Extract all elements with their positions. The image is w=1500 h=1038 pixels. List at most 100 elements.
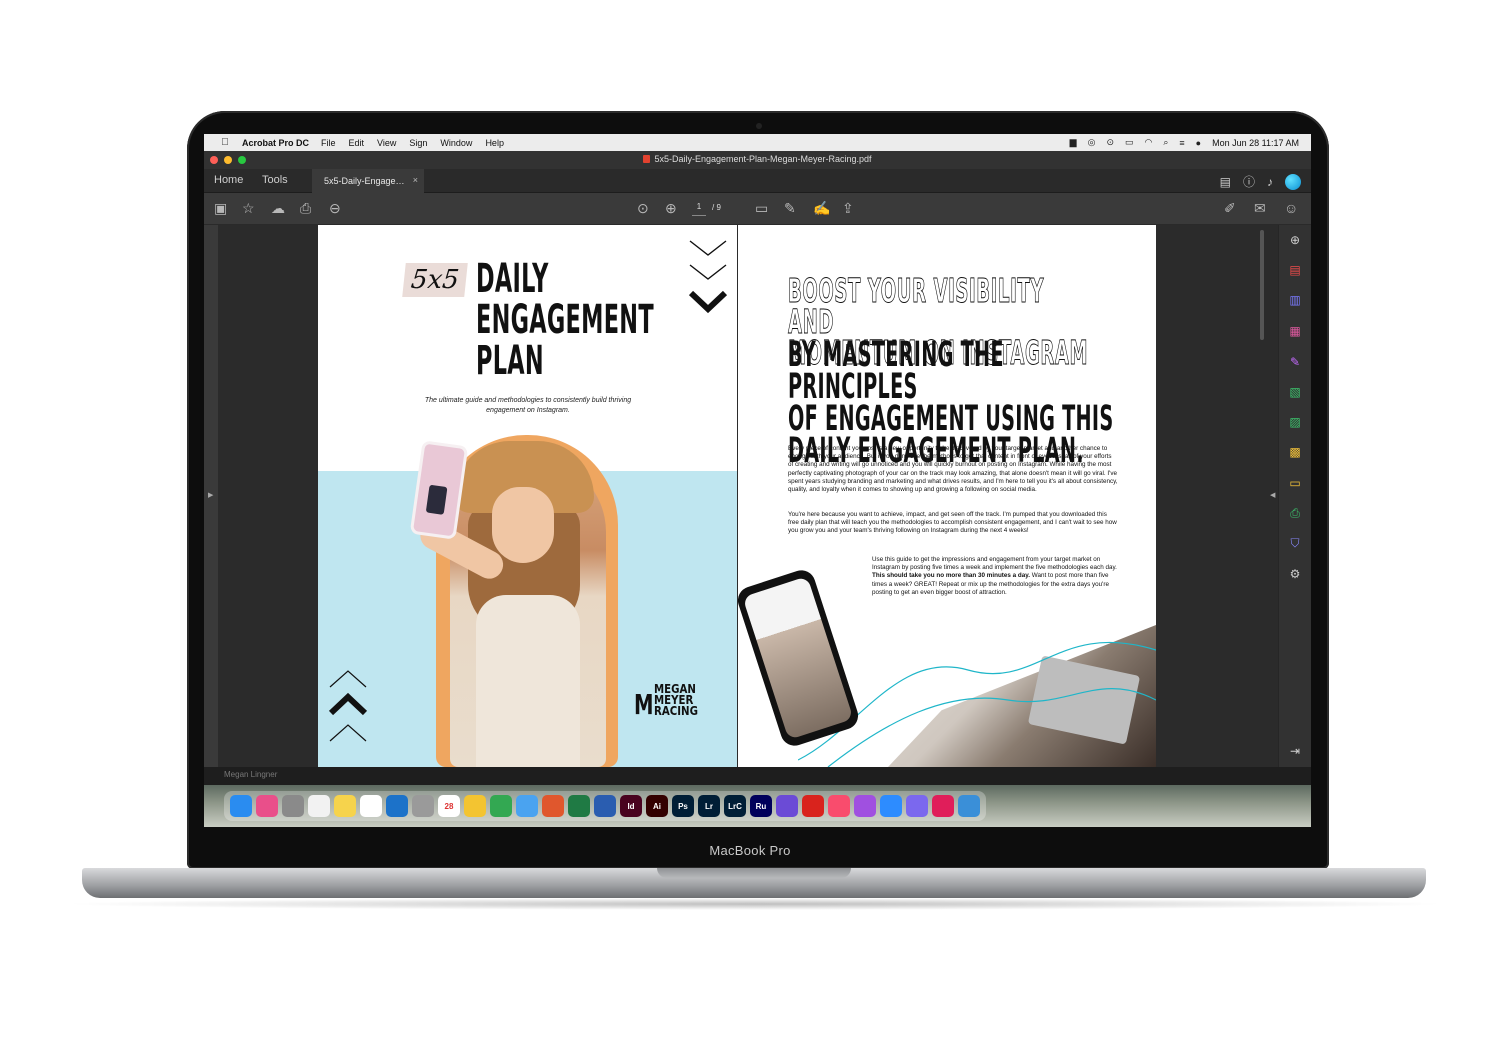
dock-app-icon[interactable] (568, 795, 590, 817)
instagram-phone-screen (742, 576, 854, 740)
expand-left-panel-icon[interactable]: ▶ (208, 491, 213, 499)
collapse-tools-icon[interactable]: ⇥ (1288, 744, 1302, 758)
menubar-clock[interactable]: Mon Jun 28 11:17 AM (1212, 138, 1299, 148)
dock-app-icon[interactable]: 28 (438, 795, 460, 817)
collapse-right-panel-icon[interactable]: ◀ (1270, 491, 1275, 499)
pdf-page-1: 5x5 DAILY ENGAGEMENT PLAN The ultimate g… (318, 225, 737, 767)
dock-app-icon[interactable] (542, 795, 564, 817)
battery-icon[interactable]: ▭ (1125, 137, 1134, 148)
dock-app-icon[interactable] (490, 795, 512, 817)
decorative-wave-lines (798, 641, 1156, 767)
sign-icon[interactable]: ✍ (813, 200, 830, 217)
combine-files-icon[interactable]: ▥ (1288, 293, 1302, 307)
dock-app-icon[interactable] (880, 795, 902, 817)
zoom-out-icon[interactable]: ⊖ (329, 200, 341, 217)
bookmark-star-icon[interactable]: ☆ (242, 200, 255, 217)
window-title-text: 5x5-Daily-Engagement-Plan-Megan-Meyer-Ra… (654, 154, 872, 164)
camera-dot (756, 123, 762, 129)
dock-app-icon[interactable] (958, 795, 980, 817)
document-scrollbar[interactable] (1260, 230, 1264, 340)
search-icon[interactable]: ⌕ (1163, 137, 1168, 148)
dock-app-icon[interactable] (230, 795, 252, 817)
wifi-icon[interactable]: ◠ (1145, 137, 1153, 148)
menu-app-name[interactable]: Acrobat Pro DC (242, 138, 309, 148)
dock-app-icon[interactable]: Ps (672, 795, 694, 817)
dock-app-icon[interactable] (594, 795, 616, 817)
tab-close-icon[interactable]: × (413, 175, 418, 185)
dock-app-icon[interactable] (802, 795, 824, 817)
menu-file[interactable]: File (321, 138, 336, 148)
tab-home[interactable]: Home (214, 174, 243, 186)
dock-app-icon[interactable]: Lr (698, 795, 720, 817)
next-page-icon[interactable]: ⊕ (665, 200, 677, 217)
organize-pages-icon[interactable]: ▦ (1288, 324, 1302, 338)
dock-app-icon[interactable] (932, 795, 954, 817)
menu-edit[interactable]: Edit (349, 138, 365, 148)
menubar-status: ▆ ◎ ⊙ ▭ ◠ ⌕ ≡ ● Mon Jun 28 11:17 AM (1070, 137, 1311, 148)
export-pdf-icon[interactable]: ▧ (1288, 385, 1302, 399)
cover-photo-face (492, 487, 554, 563)
screen:  Acrobat Pro DC File Edit View Sign Win… (204, 134, 1311, 827)
dock-app-icon[interactable] (464, 795, 486, 817)
comment-icon[interactable]: ▭ (755, 200, 768, 217)
model-label: MacBook Pro (709, 843, 791, 858)
dock-app-icon[interactable] (516, 795, 538, 817)
tab-tools[interactable]: Tools (262, 174, 288, 186)
intro-paragraph: Every piece of content you post is a new… (788, 445, 1118, 494)
add-person-icon[interactable]: ☺ (1284, 200, 1298, 216)
protect-shield-icon[interactable]: ⛉ (1288, 536, 1302, 550)
zoom-in-icon[interactable]: ⊕ (1288, 233, 1302, 247)
fill-sign-icon[interactable]: ✐ (1224, 200, 1236, 217)
share-icon[interactable]: ⇪ (842, 200, 854, 217)
upload-cloud-icon[interactable]: ☁ (271, 200, 285, 217)
more-tools-icon[interactable]: ⚙ (1288, 567, 1302, 581)
scan-ocr-icon[interactable]: ▨ (1288, 415, 1302, 429)
dock-app-icon[interactable] (334, 795, 356, 817)
create-pdf-icon[interactable]: ▤ (1288, 263, 1302, 277)
notifications-bell-icon[interactable]: ♪ (1267, 175, 1273, 189)
dock-app-icon[interactable] (386, 795, 408, 817)
dock-app-icon[interactable]: LrC (724, 795, 746, 817)
edit-pdf-icon[interactable]: ✎ (1288, 355, 1302, 369)
dock-app-icon[interactable] (828, 795, 850, 817)
dock-app-icon[interactable] (854, 795, 876, 817)
cover-subtitle-line: The ultimate guide and methodologies to … (424, 397, 632, 404)
display-icon[interactable]: ▆ (1070, 137, 1077, 148)
creative-cloud-icon[interactable]: ◎ (1088, 137, 1096, 148)
control-center-icon[interactable]: ≡ (1179, 138, 1184, 148)
print-production-icon[interactable]: ⎙ (1288, 506, 1302, 520)
dock-app-icon[interactable] (776, 795, 798, 817)
menu-sign[interactable]: Sign (409, 138, 427, 148)
menu-window[interactable]: Window (440, 138, 472, 148)
apple-icon[interactable]:  (214, 137, 236, 148)
menu-help[interactable]: Help (485, 138, 504, 148)
play-icon[interactable]: ⊙ (1106, 137, 1114, 148)
dock-app-icon[interactable] (360, 795, 382, 817)
dock-app-icon[interactable]: Id (620, 795, 642, 817)
window-title: 5x5-Daily-Engagement-Plan-Megan-Meyer-Ra… (204, 154, 1311, 164)
fill-sign-tool-icon[interactable]: ▩ (1288, 445, 1302, 459)
tools-pane: ⊕ ▤ ▥ ▦ ✎ ▧ ▨ ▩ ▭ ⎙ ⛉ ⚙ ⇥ (1278, 225, 1311, 767)
comment-tool-icon[interactable]: ▭ (1288, 476, 1302, 490)
pdf-page-2: BOOST YOUR VISIBILITY AND MOMENTUM ON IN… (738, 225, 1156, 767)
dock-app-icon[interactable] (412, 795, 434, 817)
menu-view[interactable]: View (377, 138, 396, 148)
dock-app-icon[interactable]: Ru (750, 795, 772, 817)
prev-page-icon[interactable]: ⊙ (637, 200, 649, 217)
dock-app-icon[interactable] (282, 795, 304, 817)
dock-app-icon[interactable] (256, 795, 278, 817)
siri-icon[interactable]: ● (1196, 138, 1201, 148)
comments-icon[interactable]: ▤ (1220, 175, 1231, 189)
dock-app-icon[interactable] (906, 795, 928, 817)
left-panel-rail[interactable]: ▶ (204, 225, 218, 767)
highlight-pen-icon[interactable]: ✎ (784, 200, 796, 217)
tab-document[interactable]: 5x5-Daily-Engage… × (312, 169, 424, 193)
account-avatar[interactable] (1285, 173, 1301, 190)
help-icon[interactable]: ⓘ (1243, 173, 1255, 190)
page-number-input[interactable]: 1 (692, 202, 706, 216)
dock-app-icon[interactable]: Ai (646, 795, 668, 817)
dock-app-icon[interactable] (308, 795, 330, 817)
print-icon[interactable]: ⎙ (300, 200, 311, 217)
save-icon[interactable]: ▣ (214, 200, 227, 217)
email-icon[interactable]: ✉ (1254, 200, 1266, 217)
